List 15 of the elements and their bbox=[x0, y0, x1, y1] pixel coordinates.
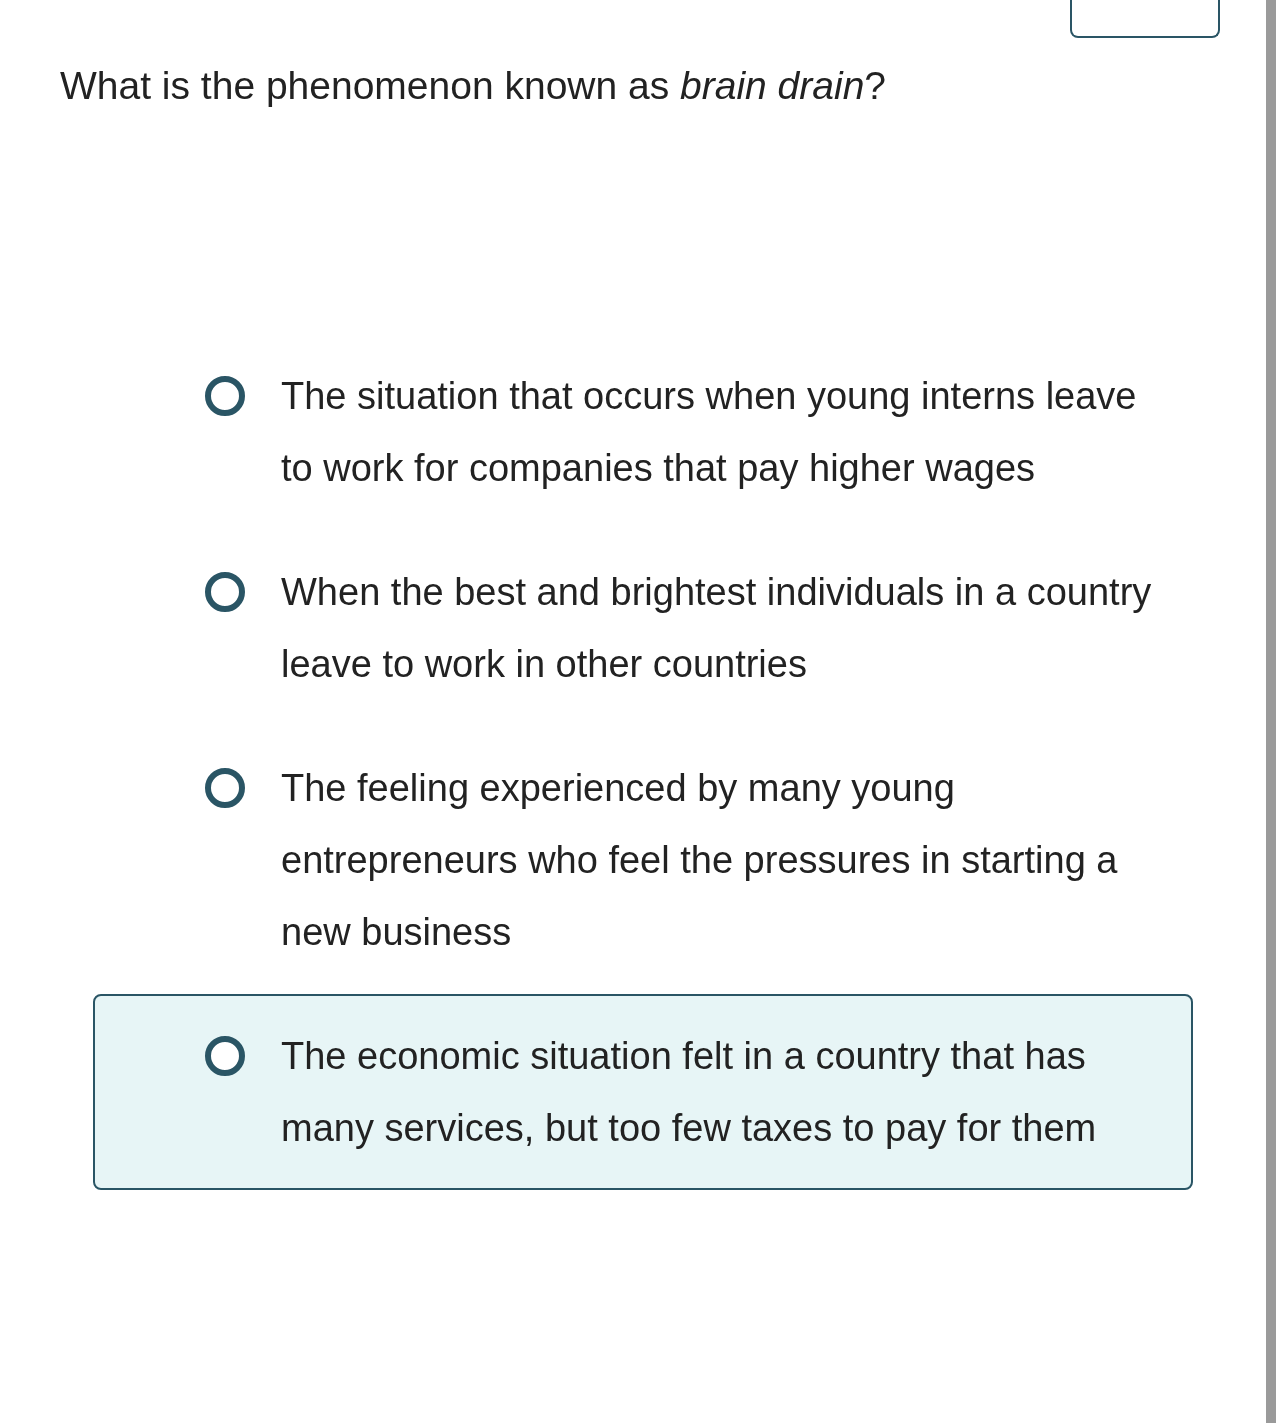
answer-option[interactable]: The situation that occurs when young interns leave to work for companies that pay higher wages bbox=[93, 334, 1193, 530]
question-text: What is the phenomenon known as brain drain? bbox=[60, 63, 888, 109]
option-text: When the best and brightest individuals in a country leave to work in other countries bbox=[281, 570, 1153, 687]
radio-button[interactable] bbox=[205, 1036, 245, 1076]
radio-button[interactable] bbox=[205, 768, 245, 808]
answer-option[interactable]: The feeling experienced by many young entrepreneurs who feel the pressures in starting a new business bbox=[93, 726, 1193, 994]
answer-option[interactable]: When the best and brightest individuals in a country leave to work in other countries bbox=[93, 530, 1193, 726]
option-text: The situation that occurs when young interns leave to work for companies that pay higher wages bbox=[281, 374, 1138, 491]
option-text: The economic situation felt in a country that has many services, but too few taxes to pay for them bbox=[281, 1034, 1098, 1151]
outlined-button[interactable] bbox=[1070, 0, 1220, 38]
scrollbar[interactable] bbox=[1266, 0, 1276, 1423]
radio-button[interactable] bbox=[205, 376, 245, 416]
radio-button[interactable] bbox=[205, 572, 245, 612]
option-text: The feeling experienced by many young entrepreneurs who feel the pressures in starting a new business bbox=[281, 766, 1119, 955]
answer-option[interactable]: The economic situation felt in a country that has many services, but too few taxes to pay for them bbox=[93, 994, 1193, 1190]
